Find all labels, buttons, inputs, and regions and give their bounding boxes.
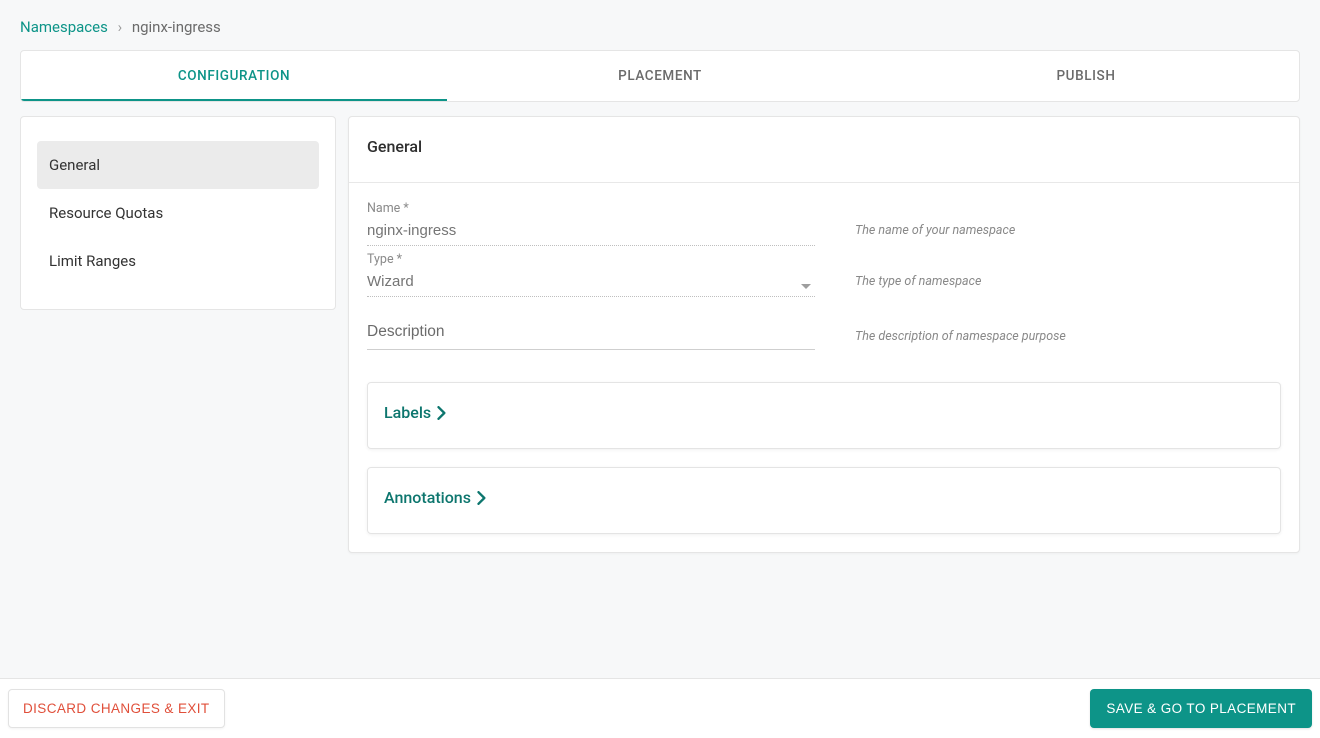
sidebar-item-resource-quotas[interactable]: Resource Quotas (37, 189, 319, 237)
tab-configuration[interactable]: CONFIGURATION (21, 51, 447, 101)
config-sidebar: General Resource Quotas Limit Ranges (20, 116, 336, 310)
annotations-title: Annotations (384, 488, 471, 507)
sidebar-item-label: Resource Quotas (49, 204, 163, 222)
breadcrumb-current: nginx-ingress (132, 18, 221, 36)
chevron-right-icon (437, 406, 447, 420)
tab-placement[interactable]: PLACEMENT (447, 51, 873, 101)
labels-expander[interactable]: Labels (367, 382, 1281, 449)
footer-bar: DISCARD CHANGES & EXIT SAVE & GO TO PLAC… (0, 678, 1320, 738)
sidebar-item-limit-ranges[interactable]: Limit Ranges (37, 237, 319, 285)
name-input[interactable] (367, 218, 815, 246)
tab-publish[interactable]: PUBLISH (873, 51, 1299, 101)
main-panel: General Name * The name of your namespac… (348, 116, 1300, 553)
main-tabs: CONFIGURATION PLACEMENT PUBLISH (20, 50, 1300, 102)
annotations-expander[interactable]: Annotations (367, 467, 1281, 534)
breadcrumb-separator: › (118, 18, 123, 36)
section-title: General (349, 117, 1299, 183)
name-label: Name * (367, 201, 815, 216)
description-input[interactable] (367, 319, 815, 350)
type-select[interactable] (367, 269, 815, 297)
description-helper: The description of namespace purpose (855, 329, 1066, 344)
sidebar-item-label: Limit Ranges (49, 252, 136, 270)
name-helper: The name of your namespace (855, 223, 1015, 238)
type-helper: The type of namespace (855, 274, 981, 289)
chevron-right-icon (477, 491, 487, 505)
discard-button[interactable]: DISCARD CHANGES & EXIT (8, 689, 225, 728)
labels-title: Labels (384, 403, 431, 422)
save-go-placement-button[interactable]: SAVE & GO TO PLACEMENT (1090, 689, 1312, 728)
breadcrumb-root-link[interactable]: Namespaces (20, 18, 108, 36)
sidebar-item-label: General (49, 156, 100, 174)
sidebar-item-general[interactable]: General (37, 141, 319, 189)
breadcrumb: Namespaces › nginx-ingress (0, 0, 1320, 50)
type-label: Type * (367, 252, 815, 267)
